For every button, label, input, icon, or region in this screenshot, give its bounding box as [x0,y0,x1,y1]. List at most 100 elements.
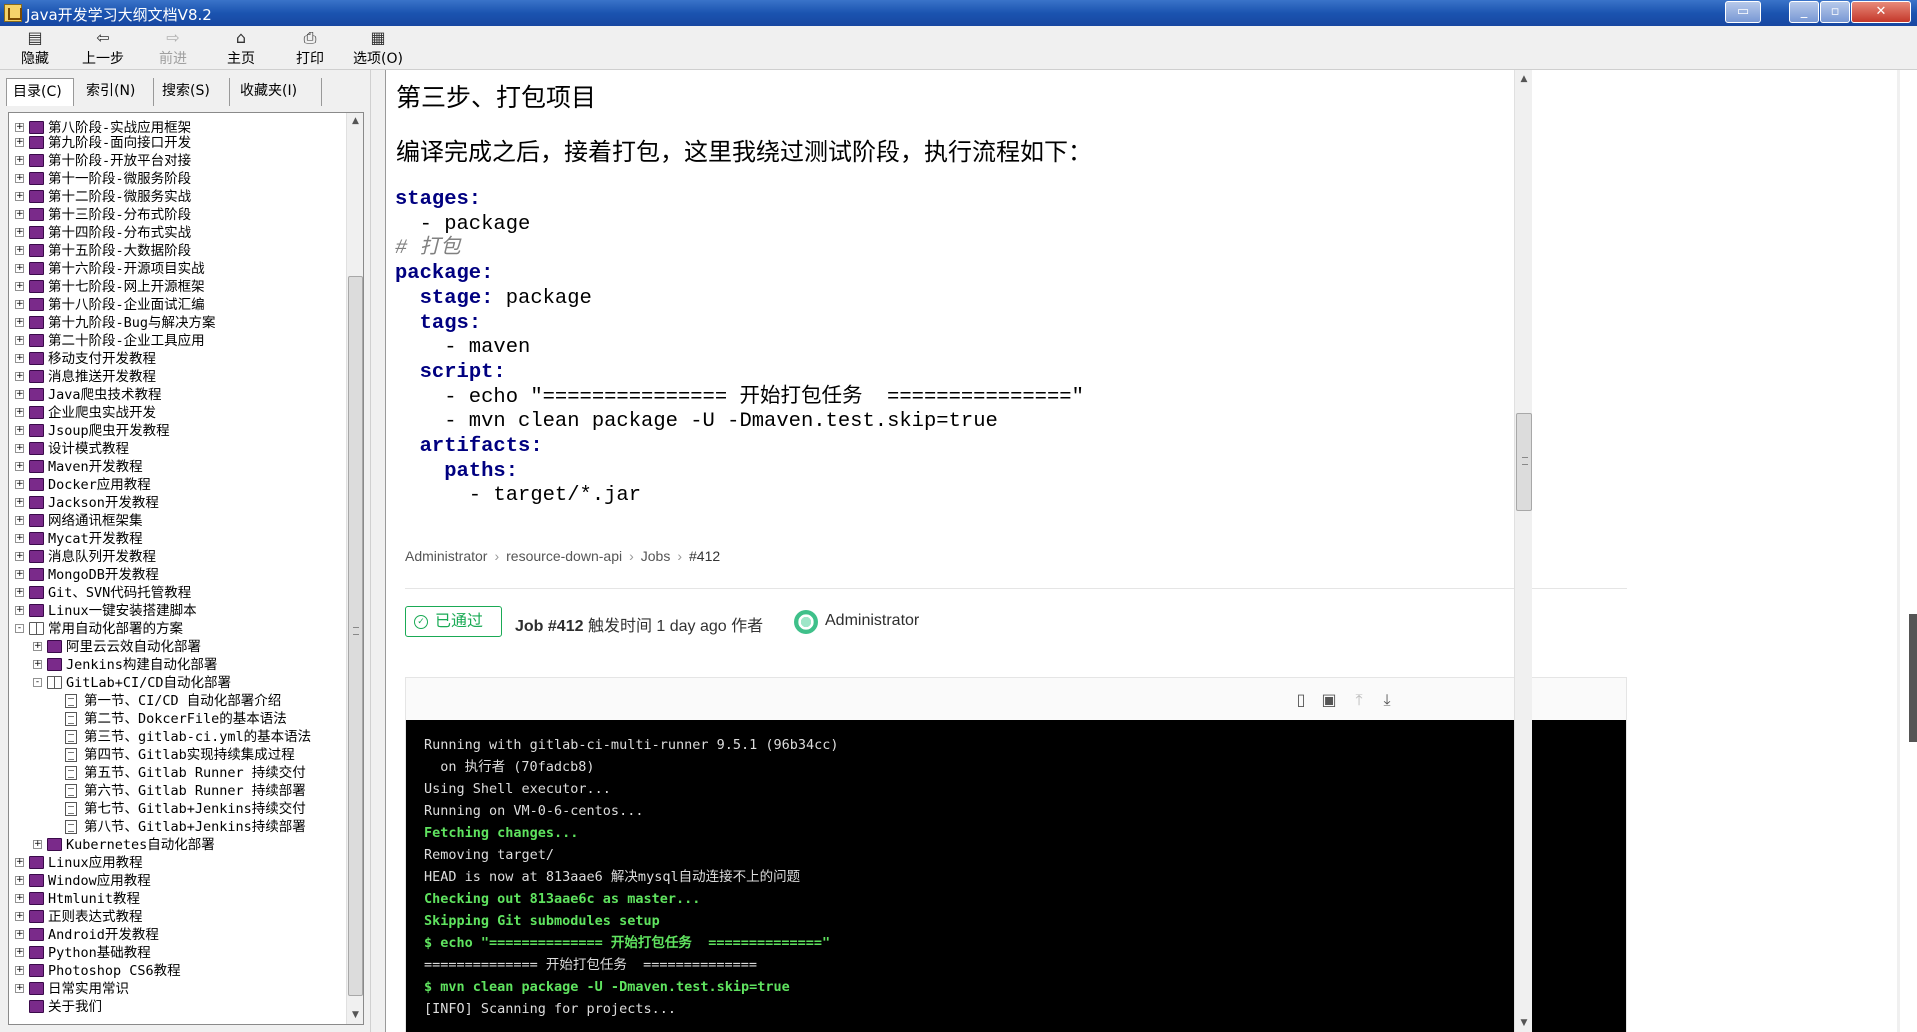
avatar[interactable] [794,610,818,634]
expand-icon[interactable]: + [15,858,24,867]
tree-item[interactable]: + 正则表达式教程 [9,908,345,926]
tree-item[interactable]: + 设计模式教程 [9,440,345,458]
expand-icon[interactable]: + [15,876,24,885]
tree-item[interactable]: + Photoshop CS6教程 [9,962,345,980]
tree-item[interactable]: + 第十一阶段-微服务阶段 [9,170,345,188]
tree-item[interactable]: - 常用自动化部署的方案 [9,620,345,638]
expand-icon[interactable]: + [15,480,24,489]
pane-splitter[interactable] [370,70,384,1032]
tree-item[interactable]: + 移动支付开发教程 [9,350,345,368]
expand-icon[interactable]: + [15,948,24,957]
expand-icon[interactable]: + [15,192,24,201]
tab-index[interactable]: 索引(N) [80,78,154,106]
expand-icon[interactable]: + [15,426,24,435]
tree-item[interactable]: + 第十六阶段-开源项目实战 [9,260,345,278]
expand-icon[interactable]: + [15,246,24,255]
expand-icon[interactable]: + [15,174,24,183]
tree-item[interactable]: + 第十八阶段-企业面试汇编 [9,296,345,314]
expand-icon[interactable]: + [15,606,24,615]
expand-icon[interactable]: + [15,228,24,237]
raw-log-icon[interactable]: ▯ [1292,690,1310,710]
expand-icon[interactable]: + [15,138,24,147]
tree-item[interactable]: 第八节、Gitlab+Jenkins持续部署 [9,818,345,836]
expand-icon[interactable]: + [15,318,24,327]
expand-icon[interactable]: + [15,156,24,165]
expand-icon[interactable]: + [15,336,24,345]
expand-icon[interactable]: + [15,588,24,597]
expand-icon[interactable]: + [15,372,24,381]
tab-favorites[interactable]: 收藏夹(I) [234,78,322,106]
tree-item[interactable]: + 消息推送开发教程 [9,368,345,386]
expand-icon[interactable]: + [15,354,24,363]
author-name[interactable]: Administrator [825,612,919,630]
breadcrumb-job[interactable]: #412 [689,548,720,564]
tree-item[interactable]: + 第十二阶段-微服务实战 [9,188,345,206]
expand-icon[interactable]: + [15,552,24,561]
tree-item[interactable]: 第四节、Gitlab实现持续集成过程 [9,746,345,764]
tree-item[interactable]: + Docker应用教程 [9,476,345,494]
tree-item[interactable]: 关于我们 [9,998,345,1016]
expand-icon[interactable]: + [15,123,24,132]
breadcrumb-admin[interactable]: Administrator [405,548,487,564]
tree-item[interactable]: + 日常实用常识 [9,980,345,998]
tree-item[interactable]: + Mycat开发教程 [9,530,345,548]
hide-button[interactable]: ▤ 隐藏 [4,28,66,68]
home-button[interactable]: ⌂ 主页 [210,28,272,68]
expand-icon[interactable]: + [15,570,24,579]
expand-icon[interactable]: + [15,210,24,219]
tree-item[interactable]: 第七节、Gitlab+Jenkins持续交付 [9,800,345,818]
scroll-up-icon[interactable]: ▲ [347,113,363,130]
tree-item[interactable]: + 企业爬虫实战开发 [9,404,345,422]
expand-icon[interactable]: + [15,534,24,543]
collapse-icon[interactable]: - [33,678,42,687]
tree-item[interactable]: + 第十五阶段-大数据阶段 [9,242,345,260]
tree-item[interactable]: + 第十四阶段-分布式实战 [9,224,345,242]
tree-item[interactable]: + 网络通讯框架集 [9,512,345,530]
tree-item[interactable]: + Git、SVN代码托管教程 [9,584,345,602]
minimize-button[interactable]: _ [1789,1,1819,23]
tree-item[interactable]: 第六节、Gitlab Runner 持续部署 [9,782,345,800]
tree-item[interactable]: + 消息队列开发教程 [9,548,345,566]
tree-item[interactable]: 第二节、DokcerFile的基本语法 [9,710,345,728]
options-button[interactable]: ▦ 选项(O) [347,28,409,68]
tree-item[interactable]: + 第十九阶段-Bug与解决方案 [9,314,345,332]
expand-icon[interactable]: + [15,966,24,975]
tree-item[interactable]: + 第九阶段-面向接口开发 [9,134,345,152]
tree-item[interactable]: + Htmlunit教程 [9,890,345,908]
tree-item[interactable]: + Linux一键安装搭建脚本 [9,602,345,620]
window-extra-button[interactable]: ▭ [1725,1,1761,23]
tree-item[interactable]: + Python基础教程 [9,944,345,962]
expand-icon[interactable]: + [15,930,24,939]
content-scrollbar[interactable]: ▲ ▼ [1514,70,1532,1032]
tree-item[interactable]: + Window应用教程 [9,872,345,890]
collapse-icon[interactable]: - [15,624,24,633]
tree-scrollbar-thumb[interactable] [348,276,363,996]
expand-icon[interactable]: + [15,408,24,417]
tree-item[interactable]: + Jackson开发教程 [9,494,345,512]
expand-icon[interactable]: + [33,840,42,849]
breadcrumb-project[interactable]: resource-down-api [506,548,622,564]
maximize-button[interactable]: ▫ [1820,1,1850,23]
tree-item[interactable]: + MongoDB开发教程 [9,566,345,584]
content-scrollbar-thumb[interactable] [1516,413,1532,511]
tree-item[interactable]: - GitLab+CI/CD自动化部署 [9,674,345,692]
tree-item[interactable]: + 第二十阶段-企业工具应用 [9,332,345,350]
expand-icon[interactable]: + [15,516,24,525]
scroll-to-bottom-icon[interactable]: ⤓ [1378,690,1396,710]
expand-icon[interactable]: + [15,300,24,309]
tree-item[interactable]: + Jenkins构建自动化部署 [9,656,345,674]
expand-icon[interactable]: + [15,444,24,453]
expand-icon[interactable]: + [15,282,24,291]
tree-item[interactable]: 第一节、CI/CD 自动化部署介绍 [9,692,345,710]
tree-item[interactable]: 第三节、gitlab-ci.yml的基本语法 [9,728,345,746]
tree-item[interactable]: + Jsoup爬虫开发教程 [9,422,345,440]
expand-icon[interactable]: + [15,390,24,399]
tree-item[interactable]: + Kubernetes自动化部署 [9,836,345,854]
expand-icon[interactable]: + [15,264,24,273]
tree-item[interactable]: 第五节、Gitlab Runner 持续交付 [9,764,345,782]
close-button[interactable]: ✕ [1851,1,1911,23]
tab-search[interactable]: 搜索(S) [156,78,230,106]
tree-item[interactable]: + 第十阶段-开放平台对接 [9,152,345,170]
tree-item[interactable]: + Linux应用教程 [9,854,345,872]
expand-icon[interactable]: + [33,660,42,669]
